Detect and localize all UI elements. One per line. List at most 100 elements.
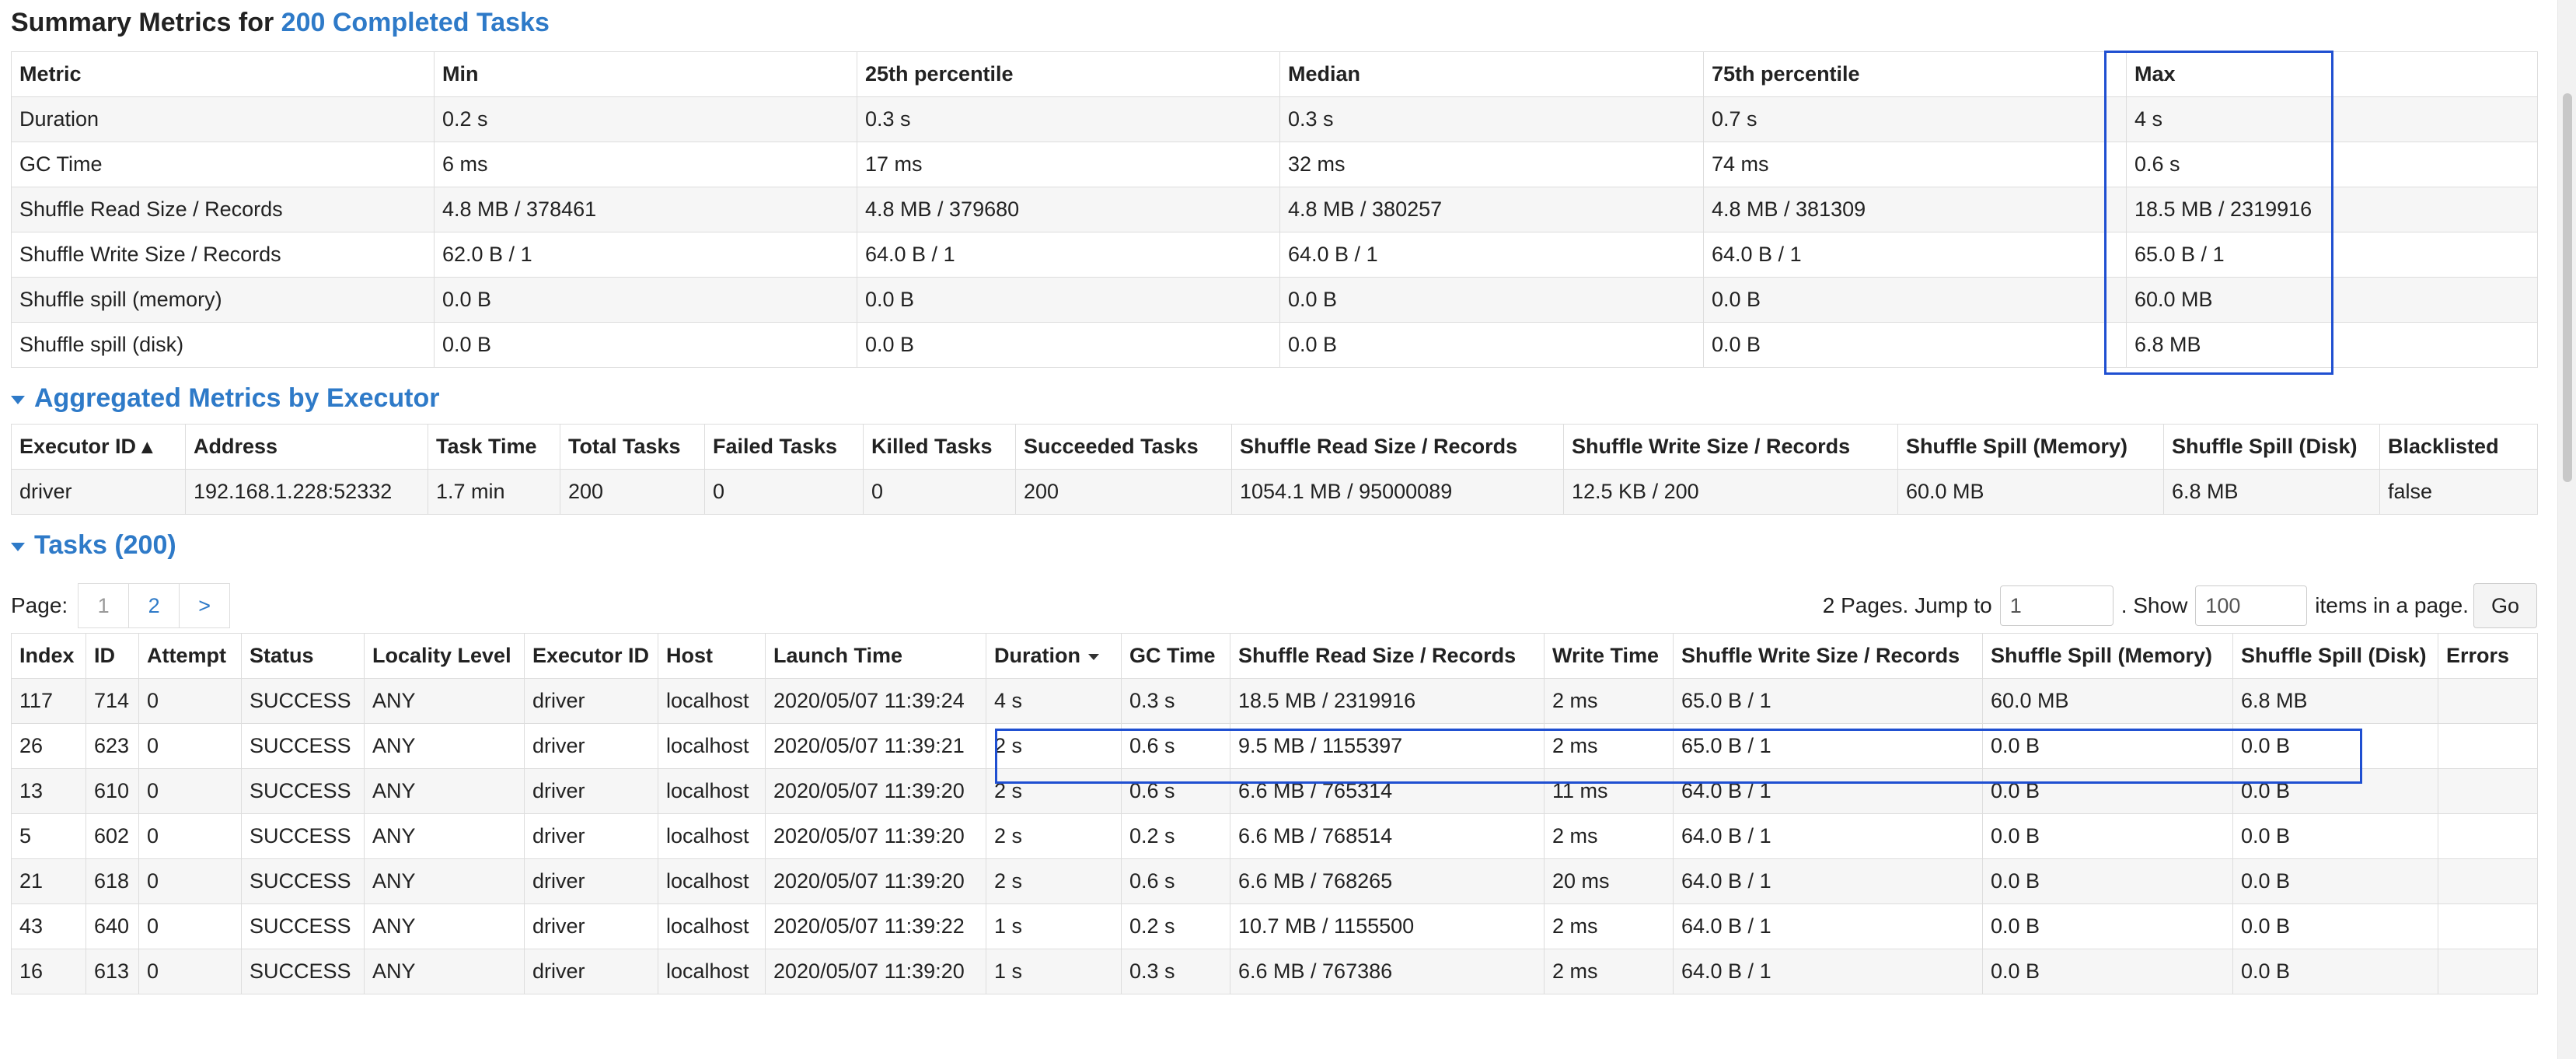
- table-cell: 64.0 B / 1: [1673, 858, 1983, 904]
- column-header[interactable]: Failed Tasks: [704, 424, 864, 470]
- table-cell: 18.5 MB / 2319916: [1230, 678, 1545, 724]
- column-header[interactable]: Blacklisted: [2379, 424, 2538, 470]
- table-cell: driver: [11, 469, 186, 515]
- table-cell: [2438, 858, 2538, 904]
- table-cell: 0: [138, 678, 242, 724]
- next-page-link[interactable]: >: [179, 583, 231, 628]
- table-cell: false: [2379, 469, 2538, 515]
- column-header[interactable]: Duration: [986, 633, 1122, 679]
- column-header-label: Shuffle Spill (Memory): [1991, 644, 2213, 667]
- column-header[interactable]: Shuffle Spill (Disk): [2163, 424, 2380, 470]
- column-header-label: Launch Time: [773, 644, 903, 667]
- tasks-pagination: Page: 1 2 > 2 Pages. Jump to 1 . Show 10…: [11, 578, 2537, 633]
- column-header[interactable]: Shuffle Spill (Memory): [1897, 424, 2164, 470]
- table-cell: 0: [138, 949, 242, 994]
- column-header-label: Duration: [994, 644, 1080, 667]
- table-cell: driver: [524, 949, 658, 994]
- table-cell: ANY: [364, 723, 525, 769]
- column-header[interactable]: Shuffle Write Size / Records: [1673, 633, 1983, 679]
- table-cell: 0.0 B: [857, 322, 1280, 368]
- table-row: Shuffle spill (disk) 0.0 B 0.0 B 0.0 B 0.0 B…: [11, 322, 2538, 368]
- show-text: . Show: [2120, 593, 2188, 617]
- sort-desc-icon: [1088, 653, 1099, 660]
- column-header[interactable]: Executor ID: [524, 633, 658, 679]
- column-header[interactable]: Index: [11, 633, 86, 679]
- items-per-page-text: items in a page.: [2315, 593, 2469, 617]
- page-1-link[interactable]: 1: [78, 583, 130, 628]
- table-cell: 1 s: [986, 949, 1122, 994]
- column-header[interactable]: Shuffle Read Size / Records: [1231, 424, 1564, 470]
- table-cell: ANY: [364, 678, 525, 724]
- table-cell: driver: [524, 678, 658, 724]
- executor-section-toggle[interactable]: Aggregated Metrics by Executor: [11, 376, 2537, 421]
- table-cell: 0.0 B: [2232, 949, 2438, 994]
- table-row: GC Time 6 ms 17 ms 32 ms 74 ms 0.6 s: [11, 142, 2538, 187]
- table-cell: 0.0 B: [2232, 813, 2438, 859]
- column-header[interactable]: Shuffle Write Size / Records: [1563, 424, 1898, 470]
- column-header-label: GC Time: [1129, 644, 1216, 667]
- table-cell: 0.0 B: [1982, 858, 2233, 904]
- column-header: 75th percentile: [1703, 51, 2127, 97]
- table-cell: 0.0 B: [434, 277, 857, 323]
- column-header[interactable]: Address: [185, 424, 428, 470]
- table-cell: 10.7 MB / 1155500: [1230, 903, 1545, 949]
- table-cell: 4.8 MB / 378461: [434, 187, 857, 232]
- pages-count-text: 2 Pages. Jump to: [1822, 593, 1992, 617]
- column-header[interactable]: Attempt: [138, 633, 242, 679]
- column-header[interactable]: Host: [658, 633, 766, 679]
- column-header[interactable]: Shuffle Spill (Memory): [1982, 633, 2233, 679]
- column-header[interactable]: Task Time: [428, 424, 560, 470]
- column-header[interactable]: Shuffle Read Size / Records: [1230, 633, 1545, 679]
- table-cell: 6.6 MB / 767386: [1230, 949, 1545, 994]
- table-cell: [2438, 678, 2538, 724]
- table-cell: 1 s: [986, 903, 1122, 949]
- column-header[interactable]: Killed Tasks: [863, 424, 1016, 470]
- column-header: Min: [434, 51, 857, 97]
- table-cell: SUCCESS: [241, 768, 365, 814]
- go-button[interactable]: Go: [2473, 583, 2537, 628]
- tasks-section-toggle[interactable]: Tasks (200): [11, 523, 2537, 568]
- table-cell: 0.0 B: [434, 322, 857, 368]
- column-header-label: Task Time: [436, 435, 537, 458]
- column-header-label: Median: [1288, 62, 1361, 86]
- table-cell: 4.8 MB / 380257: [1279, 187, 1704, 232]
- table-cell: 13: [11, 768, 86, 814]
- table-cell: Shuffle spill (disk): [11, 322, 435, 368]
- column-header[interactable]: Locality Level: [364, 633, 525, 679]
- jump-to-page-input[interactable]: 1: [1999, 585, 2114, 626]
- table-cell: 0: [863, 469, 1016, 515]
- table-cell: 2 ms: [1544, 903, 1674, 949]
- table-cell: 6.8 MB: [2232, 678, 2438, 724]
- column-header-label: Executor ID ▴: [19, 435, 153, 458]
- table-cell: 0.0 B: [1982, 768, 2233, 814]
- column-header[interactable]: Succeeded Tasks: [1015, 424, 1232, 470]
- table-row: 5 602 0 SUCCESS ANY driver localhost 2020/05/07…: [11, 813, 2538, 859]
- column-header[interactable]: Total Tasks: [560, 424, 705, 470]
- summary-title: Summary Metrics for 200 Completed Tasks: [11, 0, 2537, 45]
- column-header[interactable]: ID: [86, 633, 139, 679]
- table-cell: 613: [86, 949, 139, 994]
- table-cell: 2020/05/07 11:39:20: [765, 813, 986, 859]
- table-cell: 4.8 MB / 381309: [1703, 187, 2127, 232]
- table-cell: 0: [138, 903, 242, 949]
- page-2-link[interactable]: 2: [128, 583, 180, 628]
- column-header-label: Executor ID: [532, 644, 650, 667]
- table-cell: 2 s: [986, 813, 1122, 859]
- column-header[interactable]: Status: [241, 633, 365, 679]
- table-cell: SUCCESS: [241, 858, 365, 904]
- page-size-input[interactable]: 100: [2195, 585, 2308, 626]
- column-header[interactable]: Launch Time: [765, 633, 986, 679]
- column-header[interactable]: Shuffle Spill (Disk): [2232, 633, 2438, 679]
- table-cell: 0.6 s: [1121, 858, 1230, 904]
- table-cell: 65.0 B / 1: [2126, 232, 2538, 278]
- column-header[interactable]: Write Time: [1544, 633, 1674, 679]
- page-scrollbar-thumb[interactable]: [2563, 93, 2572, 482]
- column-header-label: Metric: [19, 62, 82, 86]
- completed-tasks-link[interactable]: 200 Completed Tasks: [281, 8, 550, 37]
- column-header[interactable]: Errors: [2438, 633, 2538, 679]
- column-header[interactable]: Executor ID ▴: [11, 424, 186, 470]
- column-header[interactable]: GC Time: [1121, 633, 1230, 679]
- table-cell: 1.7 min: [428, 469, 560, 515]
- table-cell: ANY: [364, 768, 525, 814]
- summary-metrics-table: Metric Min 25th percentile Median 75th perce…: [11, 51, 2538, 368]
